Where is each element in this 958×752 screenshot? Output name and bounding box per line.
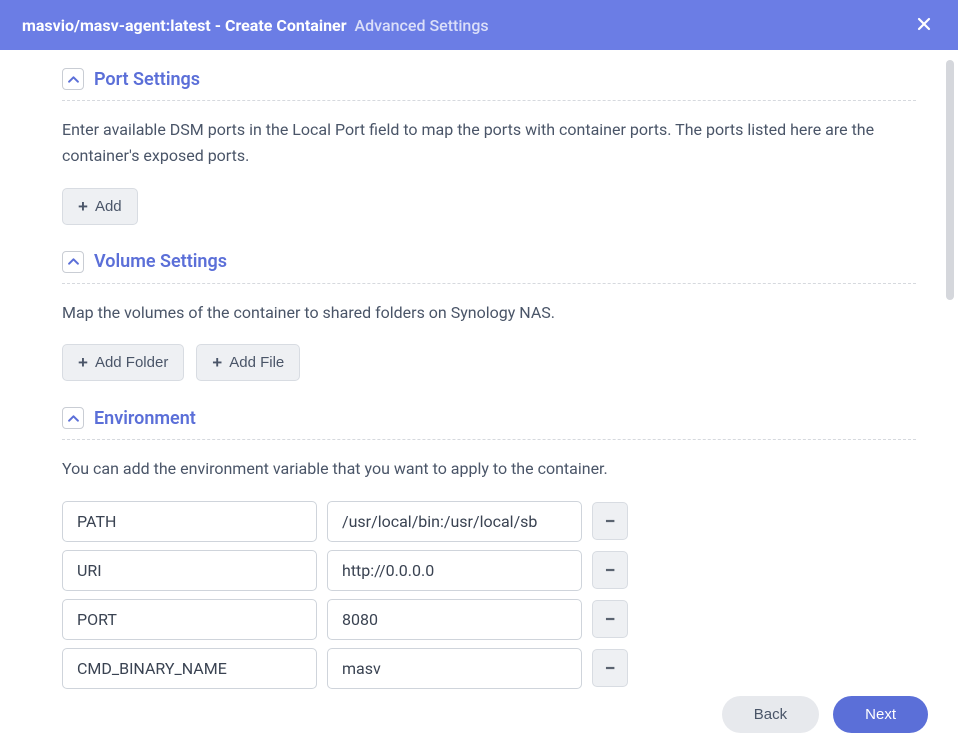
volume-settings-title: Volume Settings [94, 251, 227, 272]
environment-description: You can add the environment variable tha… [62, 456, 916, 482]
add-folder-label: Add Folder [95, 354, 168, 371]
close-button[interactable] [908, 9, 940, 41]
chevron-up-icon [62, 68, 84, 90]
plus-icon: + [212, 354, 222, 371]
next-button[interactable]: Next [833, 696, 928, 733]
env-var-row: − [62, 648, 916, 689]
dialog-footer: Back Next [0, 690, 958, 752]
remove-env-var-button[interactable]: − [592, 502, 628, 540]
env-var-row: − [62, 599, 916, 640]
dialog-content: Port Settings Enter available DSM ports … [0, 50, 958, 690]
environment-title: Environment [94, 408, 196, 429]
chevron-up-icon [62, 407, 84, 429]
header-subtitle: Advanced Settings [355, 16, 489, 35]
env-var-row: − [62, 550, 916, 591]
env-var-value-input[interactable] [327, 501, 582, 542]
plus-icon: + [78, 198, 88, 215]
header-image-name: masvio/masv-agent:latest - Create Contai… [22, 16, 347, 35]
remove-env-var-button[interactable]: − [592, 649, 628, 687]
environment-variable-list: − − − − [62, 501, 916, 689]
environment-header[interactable]: Environment [62, 407, 916, 440]
volume-settings-header[interactable]: Volume Settings [62, 251, 916, 284]
add-file-button[interactable]: + Add File [196, 344, 300, 381]
minus-icon: − [604, 509, 615, 533]
plus-icon: + [78, 354, 88, 371]
remove-env-var-button[interactable]: − [592, 600, 628, 638]
environment-section: Environment You can add the environment … [62, 407, 916, 688]
minus-icon: − [604, 558, 615, 582]
add-port-button[interactable]: + Add [62, 188, 138, 225]
port-settings-title: Port Settings [94, 69, 200, 90]
volume-settings-description: Map the volumes of the container to shar… [62, 300, 916, 326]
add-folder-button[interactable]: + Add Folder [62, 344, 184, 381]
back-button[interactable]: Back [722, 696, 819, 733]
port-settings-section: Port Settings Enter available DSM ports … [62, 68, 916, 225]
env-var-row: − [62, 501, 916, 542]
add-port-label: Add [95, 198, 122, 215]
port-settings-header[interactable]: Port Settings [62, 68, 916, 101]
env-var-key-input[interactable] [62, 599, 317, 640]
env-var-value-input[interactable] [327, 648, 582, 689]
remove-env-var-button[interactable]: − [592, 551, 628, 589]
env-var-key-input[interactable] [62, 501, 317, 542]
env-var-key-input[interactable] [62, 550, 317, 591]
close-icon [916, 16, 932, 32]
chevron-up-icon [62, 251, 84, 273]
env-var-key-input[interactable] [62, 648, 317, 689]
scrollbar[interactable] [946, 60, 954, 300]
env-var-value-input[interactable] [327, 550, 582, 591]
volume-settings-section: Volume Settings Map the volumes of the c… [62, 251, 916, 381]
minus-icon: − [604, 656, 615, 680]
add-file-label: Add File [229, 354, 284, 371]
port-settings-description: Enter available DSM ports in the Local P… [62, 117, 916, 170]
minus-icon: − [604, 607, 615, 631]
dialog-header: masvio/masv-agent:latest - Create Contai… [0, 0, 958, 50]
dialog-title: masvio/masv-agent:latest - Create Contai… [22, 16, 489, 35]
env-var-value-input[interactable] [327, 599, 582, 640]
